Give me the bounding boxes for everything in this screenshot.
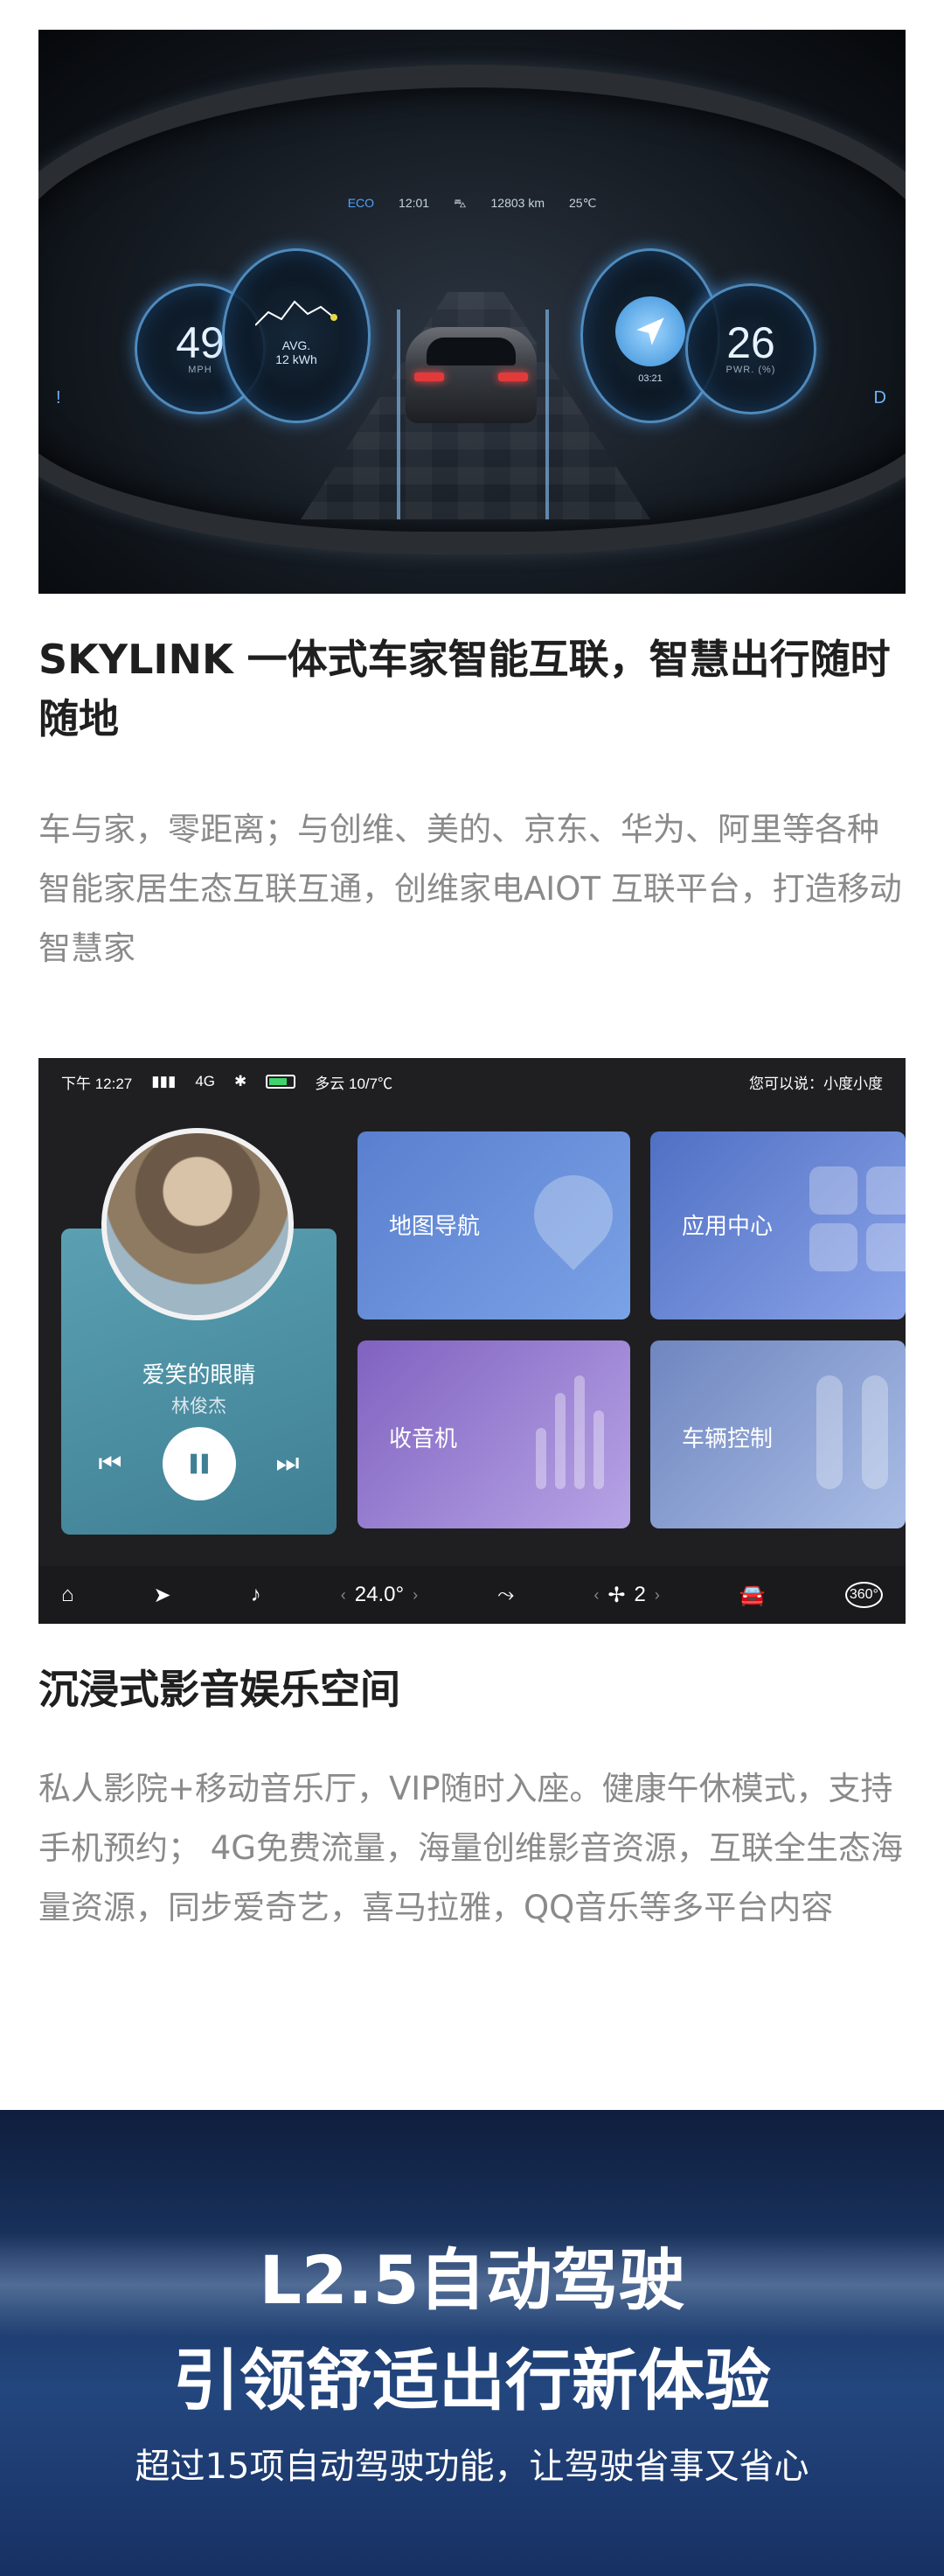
voice-hint: 您可以说：小度小度	[749, 1075, 883, 1092]
tile-radio[interactable]: 收音机	[357, 1340, 630, 1528]
banner-title-line2: 引领舒适出行新体验	[173, 2342, 771, 2419]
section1-heading: SKYLINK 一体式车家智能互联，智慧出行随时随地	[38, 636, 891, 742]
car-icon: ⛍	[454, 196, 467, 210]
power-gauge: 26 PWR. (%)	[685, 283, 816, 414]
tile-radio-label: 收音机	[389, 1425, 458, 1452]
gear-indicator: D	[873, 388, 886, 407]
section1-body: 车与家，零距离；与创维、美的、京东、华为、阿里等各种智能家居生态互联互通，创维家…	[38, 811, 902, 967]
banner-title-line1: L2.5自动驾驶	[259, 2241, 685, 2319]
temp-decrease-icon[interactable]: ‹	[341, 1586, 346, 1605]
tile-map-navigation[interactable]: 地图导航	[357, 1131, 630, 1319]
lane-line-left	[397, 310, 400, 519]
odometer: 12803 km	[490, 196, 545, 210]
tail-light-left	[414, 372, 444, 381]
cluster-time: 12:01	[399, 196, 430, 210]
pause-icon	[190, 1453, 208, 1474]
fan-decrease-icon[interactable]: ‹	[593, 1586, 599, 1605]
next-track-icon[interactable]: ⏭	[276, 1449, 300, 1479]
tile-app-label: 应用中心	[682, 1213, 774, 1239]
network-type: 4G	[195, 1073, 216, 1090]
eco-mode: ECO	[347, 196, 375, 210]
section2-heading: 沉浸式影音娱乐空间	[38, 1666, 400, 1713]
navigation-arrow-icon	[615, 296, 685, 366]
home-icon[interactable]: ⌂	[61, 1583, 74, 1607]
banner-subtitle: 超过15项自动驾驶功能，让驾驶省事又省心	[135, 2447, 809, 2487]
pause-button[interactable]	[162, 1427, 236, 1500]
energy-graph-icon	[255, 300, 337, 326]
cluster-edge-left: !	[56, 388, 61, 407]
energy-gauge: AVG. 12 kWh	[222, 248, 371, 423]
bottom-dock: ⌂ ➤ ♪ ‹ 24.0° › ⤳ ‹ ✢ 2 › 🚘 360°	[38, 1566, 906, 1624]
tile-vehicle-control[interactable]: 车辆控制	[650, 1340, 906, 1528]
bluetooth-icon: ✱	[234, 1073, 247, 1090]
app-grid-icon	[809, 1166, 906, 1271]
outside-temp: 25℃	[569, 196, 597, 210]
vehicle-icon[interactable]: 🚘	[739, 1583, 766, 1608]
fan-level: 2	[634, 1583, 646, 1606]
music-controls: ⏮ ⏭	[61, 1427, 337, 1500]
screen-status-bar: 下午 12:27 ▮▮▮ 4G ✱ 多云 10/7℃ 您可以说：小度小度	[38, 1058, 906, 1105]
infotainment-screen-image: 下午 12:27 ▮▮▮ 4G ✱ 多云 10/7℃ 您可以说：小度小度 爱笑的…	[38, 1058, 906, 1624]
autopilot-banner: L2.5自动驾驶 引领舒适出行新体验 超过15项自动驾驶功能，让驾驶省事又省心	[0, 2110, 944, 2576]
temperature-control[interactable]: ‹ 24.0° ›	[341, 1583, 418, 1607]
avg-label: AVG.	[281, 338, 311, 352]
fan-increase-icon[interactable]: ›	[655, 1586, 660, 1605]
weather: 多云 10/7℃	[315, 1075, 393, 1092]
section2-body: 私人影院+移动音乐厅，VIP随时入座。健康午休模式，支持手机预约； 4G免费流量…	[38, 1770, 903, 1926]
lane-line-right	[545, 310, 549, 519]
battery-icon	[266, 1075, 296, 1089]
song-title: 爱笑的眼睛	[142, 1361, 256, 1388]
view360-button[interactable]: 360°	[844, 1582, 883, 1608]
temp-increase-icon[interactable]: ›	[413, 1586, 418, 1605]
map-pin-icon	[517, 1159, 629, 1271]
slider-controls-icon	[816, 1375, 888, 1489]
equalizer-icon	[536, 1375, 604, 1489]
signal-icon: ▮▮▮	[151, 1073, 177, 1090]
seat-airflow-icon[interactable]: ⤳	[497, 1583, 514, 1607]
car-rear-window	[427, 338, 516, 366]
tile-map-label: 地图导航	[389, 1213, 481, 1239]
artist-name: 林俊杰	[171, 1396, 226, 1417]
avg-value: 12 kWh	[275, 352, 317, 366]
album-art-avatar	[101, 1128, 294, 1320]
fan-icon: ✢	[607, 1583, 626, 1607]
tile-app-center[interactable]: 应用中心	[650, 1131, 906, 1319]
tile-vehicle-label: 车辆控制	[682, 1425, 774, 1452]
screen-time: 下午 12:27	[61, 1075, 133, 1092]
temperature-value: 24.0°	[354, 1583, 405, 1606]
instrument-cluster-image: ECO 12:01 ⛍ 12803 km 25℃ 49 MPH AVG. 12 …	[38, 30, 906, 594]
tail-light-right	[498, 372, 528, 381]
cluster-status-bar: ECO 12:01 ⛍ 12803 km 25℃	[38, 196, 906, 212]
power-unit: PWR. (%)	[725, 365, 776, 375]
previous-track-icon[interactable]: ⏮	[99, 1449, 122, 1479]
fan-control[interactable]: ‹ ✢ 2 ›	[593, 1583, 659, 1608]
car-rear-graphic	[406, 327, 537, 423]
music-note-icon[interactable]: ♪	[251, 1583, 261, 1607]
navigation-icon[interactable]: ➤	[154, 1583, 171, 1608]
power-value: 26	[726, 318, 775, 367]
